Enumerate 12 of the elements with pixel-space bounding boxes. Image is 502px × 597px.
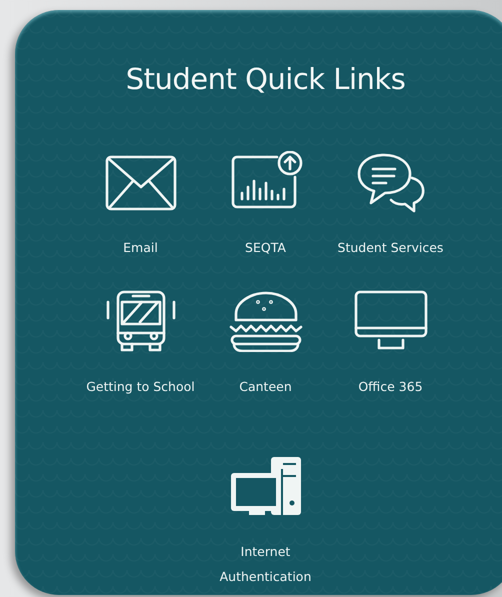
quick-link[interactable]: Getting to School <box>86 374 195 399</box>
quick-link[interactable]: Email <box>123 235 158 260</box>
quick-link[interactable]: Office 365 <box>358 374 423 399</box>
quick-link[interactable]: SEQTA <box>245 235 286 260</box>
desktop-computer-icon[interactable] <box>228 455 302 517</box>
quick-link[interactable]: Internet Authentication <box>206 539 326 589</box>
bus-icon[interactable] <box>104 290 178 352</box>
quick-link[interactable]: Canteen <box>239 374 292 399</box>
burger-icon[interactable] <box>228 290 302 352</box>
quick-link[interactable]: Student Services <box>338 235 444 260</box>
monitor-icon[interactable] <box>354 290 428 352</box>
card-title: Student Quick Links <box>126 62 406 96</box>
